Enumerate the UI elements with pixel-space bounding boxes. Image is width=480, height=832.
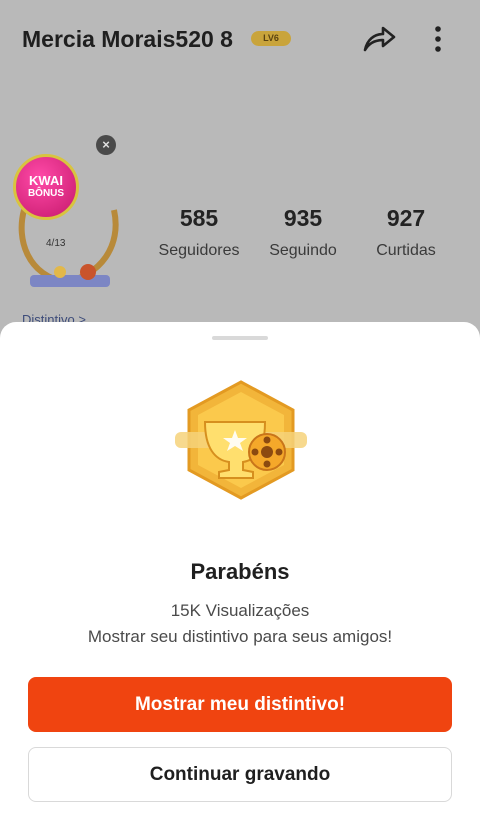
achievement-bottom-sheet: Parabéns 15K Visualizações Mostrar seu d… — [0, 322, 480, 832]
bonus-subtitle: BÔNUS — [27, 188, 65, 199]
stat-following[interactable]: 935 Seguindo — [248, 205, 358, 260]
stat-followers[interactable]: 585 Seguidores — [144, 205, 254, 260]
share-icon — [363, 26, 396, 52]
stat-value: 935 — [283, 205, 323, 231]
bonus-circle: KWAI BÔNUS — [13, 154, 79, 220]
sheet-subtitle: 15K Visualizações — [170, 601, 310, 620]
profile-header: Mercia Morais520 8 LV6 — [0, 0, 480, 80]
trophy-badge-icon — [175, 380, 307, 500]
bonus-progress: 4/13 — [46, 238, 66, 249]
sheet-drag-handle[interactable] — [212, 336, 268, 340]
stat-label: Seguindo — [269, 242, 337, 259]
more-vertical-icon — [435, 26, 441, 52]
kwai-bonus-widget[interactable]: KWAI BÔNUS 4/13 — [10, 150, 134, 300]
stat-likes[interactable]: 927 Curtidas — [351, 205, 461, 260]
stat-label: Seguidores — [158, 242, 240, 259]
show-badge-button[interactable]: Mostrar meu distintivo! — [28, 677, 452, 732]
more-options-button[interactable] — [426, 22, 450, 56]
stat-label: Curtidas — [376, 242, 436, 259]
level-badge: LV6 — [251, 31, 291, 46]
share-button[interactable] — [361, 22, 397, 56]
continue-recording-button[interactable]: Continuar gravando — [28, 747, 452, 802]
sheet-description: Mostrar seu distintivo para seus amigos! — [87, 627, 393, 646]
bonus-title: KWAI — [29, 173, 63, 188]
profile-username: Mercia Morais520 8 — [22, 26, 233, 52]
stat-value: 585 — [179, 205, 219, 231]
stat-value: 927 — [386, 205, 426, 231]
sheet-title: Parabéns — [190, 559, 290, 584]
